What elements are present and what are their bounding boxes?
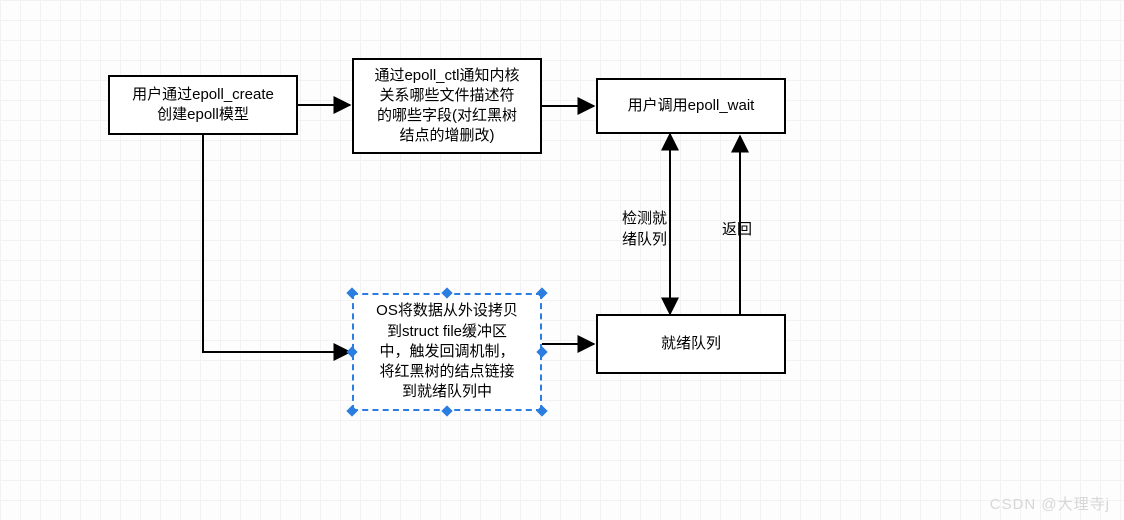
watermark: CSDN @大理寺j <box>990 493 1110 514</box>
label-return: 返回 <box>722 218 752 239</box>
node-epoll-wait: 用户调用epoll_wait <box>596 78 786 134</box>
node-epoll-ctl: 通过epoll_ctl通知内核 关系哪些文件描述符 的哪些字段(对红黑树 结点的… <box>352 58 542 154</box>
label-check-ready-queue: 检测就 绪队列 <box>622 207 667 249</box>
node-os-callback[interactable]: OS将数据从外设拷贝 到struct file缓冲区 中，触发回调机制， 将红黑… <box>352 293 542 411</box>
node-epoll-create: 用户通过epoll_create 创建epoll模型 <box>108 75 298 135</box>
node-ready-queue: 就绪队列 <box>596 314 786 374</box>
